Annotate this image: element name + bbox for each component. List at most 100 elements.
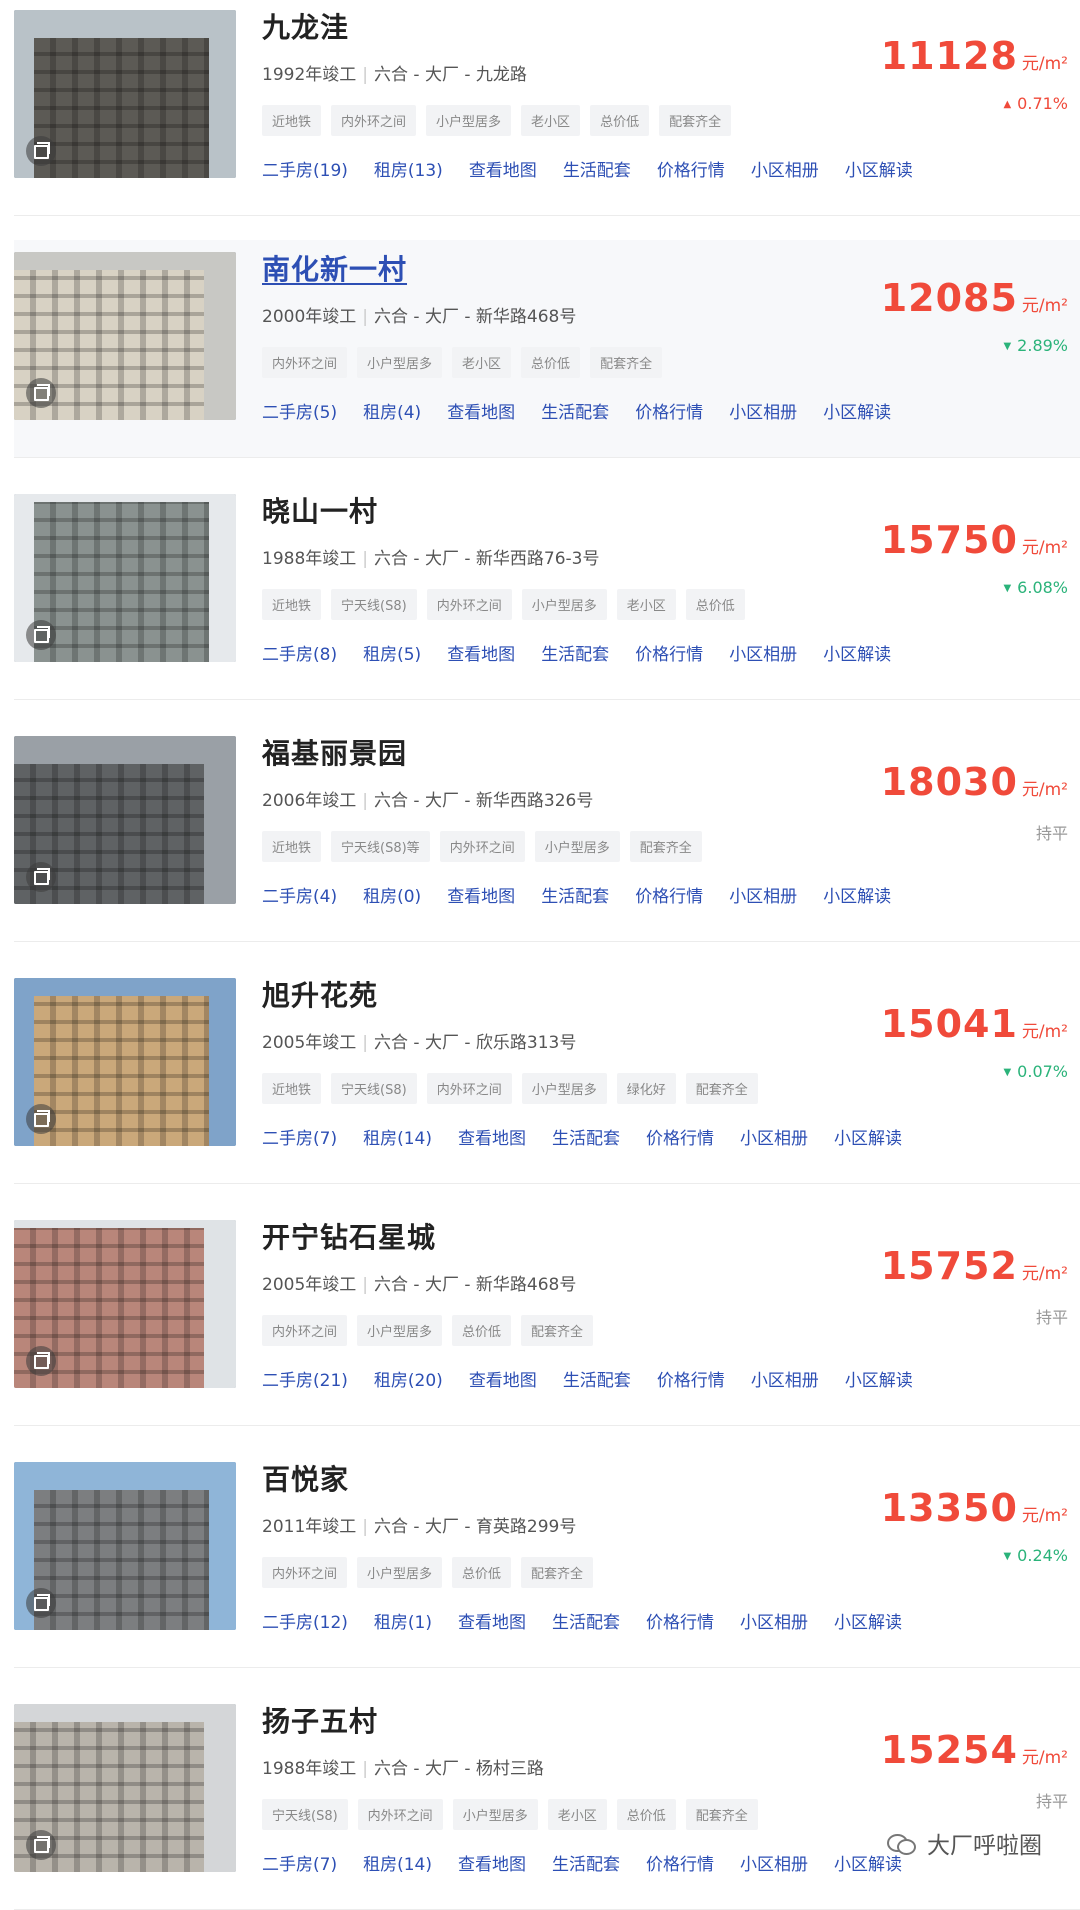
community-link[interactable]: 生活配套 — [541, 640, 609, 665]
feature-tag: 总价低 — [590, 105, 649, 136]
community-link[interactable]: 小区解读 — [845, 1366, 913, 1391]
community-link[interactable]: 小区解读 — [823, 398, 891, 423]
community-link[interactable]: 二手房(19) — [262, 156, 348, 181]
community-link[interactable]: 小区解读 — [834, 1608, 902, 1633]
community-photo[interactable] — [14, 736, 236, 904]
community-link[interactable]: 价格行情 — [646, 1850, 714, 1875]
community-photo[interactable] — [14, 1704, 236, 1872]
community-link[interactable]: 价格行情 — [646, 1124, 714, 1149]
community-link[interactable]: 租房(14) — [363, 1850, 432, 1875]
community-link[interactable]: 租房(20) — [374, 1366, 443, 1391]
community-link[interactable]: 查看地图 — [458, 1608, 526, 1633]
community-name[interactable]: 南化新一村 — [262, 248, 407, 288]
community-link[interactable]: 二手房(7) — [262, 1850, 337, 1875]
community-link[interactable]: 小区相册 — [729, 640, 797, 665]
community-name[interactable]: 百悦家 — [262, 1458, 349, 1498]
region: 六合 - 大厂 - 育英路299号 — [374, 1517, 576, 1537]
community-name[interactable]: 福基丽景园 — [262, 732, 407, 772]
community-link[interactable]: 租房(13) — [374, 156, 443, 181]
community-photo[interactable] — [14, 978, 236, 1146]
community-link[interactable]: 小区相册 — [729, 398, 797, 423]
community-info: 2005年竣工|六合 - 大厂 - 欣乐路313号 — [262, 1028, 576, 1053]
community-name[interactable]: 旭升花苑 — [262, 974, 378, 1014]
community-link[interactable]: 租房(0) — [363, 882, 421, 907]
watermark-text: 大厂呼啦圈 — [927, 1826, 1042, 1860]
community-link[interactable]: 查看地图 — [447, 640, 515, 665]
album-icon[interactable] — [26, 620, 56, 650]
album-icon[interactable] — [26, 1346, 56, 1376]
community-name[interactable]: 扬子五村 — [262, 1700, 378, 1740]
link-bar: 二手房(4) 租房(0) 查看地图 生活配套 价格行情 小区相册 小区解读 — [262, 882, 891, 907]
community-link[interactable]: 小区相册 — [740, 1608, 808, 1633]
community-link[interactable]: 查看地图 — [447, 398, 515, 423]
community-link[interactable]: 查看地图 — [469, 1366, 537, 1391]
community-link[interactable]: 生活配套 — [541, 882, 609, 907]
album-icon[interactable] — [26, 378, 56, 408]
community-link[interactable]: 价格行情 — [657, 156, 725, 181]
community-link[interactable]: 生活配套 — [552, 1124, 620, 1149]
community-name[interactable]: 开宁钻石星城 — [262, 1216, 436, 1256]
community-link[interactable]: 小区相册 — [740, 1850, 808, 1875]
community-link[interactable]: 小区相册 — [740, 1124, 808, 1149]
price-change-value: 0.07% — [1017, 1062, 1068, 1081]
build-year: 1988年竣工 — [262, 549, 356, 569]
community-link[interactable]: 租房(1) — [374, 1608, 432, 1633]
community-photo[interactable] — [14, 252, 236, 420]
community-link[interactable]: 小区相册 — [751, 1366, 819, 1391]
price: 11128元/m² — [881, 34, 1068, 78]
community-link[interactable]: 价格行情 — [646, 1608, 714, 1633]
community-link[interactable]: 生活配套 — [563, 1366, 631, 1391]
community-card[interactable]: 扬子五村 1988年竣工|六合 - 大厂 - 杨村三路 宁天线(S8)内外环之间… — [14, 1692, 1080, 1910]
album-icon[interactable] — [26, 1588, 56, 1618]
community-link[interactable]: 查看地图 — [458, 1850, 526, 1875]
community-link[interactable]: 二手房(4) — [262, 882, 337, 907]
community-link[interactable]: 小区解读 — [823, 882, 891, 907]
album-icon[interactable] — [26, 136, 56, 166]
community-link[interactable]: 租房(4) — [363, 398, 421, 423]
community-link[interactable]: 二手房(5) — [262, 398, 337, 423]
community-link[interactable]: 小区相册 — [729, 882, 797, 907]
community-link[interactable]: 价格行情 — [657, 1366, 725, 1391]
community-link[interactable]: 生活配套 — [552, 1850, 620, 1875]
album-icon[interactable] — [26, 1104, 56, 1134]
community-link[interactable]: 查看地图 — [469, 156, 537, 181]
community-link[interactable]: 小区解读 — [834, 1124, 902, 1149]
community-link[interactable]: 二手房(8) — [262, 640, 337, 665]
price-change-value: 持平 — [1036, 1792, 1068, 1811]
community-name[interactable]: 晓山一村 — [262, 490, 378, 530]
community-link[interactable]: 生活配套 — [552, 1608, 620, 1633]
community-link[interactable]: 租房(14) — [363, 1124, 432, 1149]
community-card[interactable]: 九龙洼 1992年竣工|六合 - 大厂 - 九龙路 近地铁内外环之间小户型居多老… — [14, 0, 1080, 216]
community-link[interactable]: 价格行情 — [635, 882, 703, 907]
community-link[interactable]: 小区解读 — [823, 640, 891, 665]
community-photo[interactable] — [14, 494, 236, 662]
price: 13350元/m² — [881, 1486, 1068, 1530]
community-photo[interactable] — [14, 1462, 236, 1630]
album-icon[interactable] — [26, 1830, 56, 1860]
community-name[interactable]: 九龙洼 — [262, 6, 349, 46]
community-link[interactable]: 生活配套 — [541, 398, 609, 423]
community-link[interactable]: 小区解读 — [845, 156, 913, 181]
price-change-value: 6.08% — [1017, 578, 1068, 597]
community-card[interactable]: 旭升花苑 2005年竣工|六合 - 大厂 - 欣乐路313号 近地铁宁天线(S8… — [14, 966, 1080, 1184]
community-link[interactable]: 价格行情 — [635, 640, 703, 665]
community-card[interactable]: 福基丽景园 2006年竣工|六合 - 大厂 - 新华西路326号 近地铁宁天线(… — [14, 724, 1080, 942]
community-link[interactable]: 二手房(21) — [262, 1366, 348, 1391]
community-card[interactable]: 晓山一村 1988年竣工|六合 - 大厂 - 新华西路76-3号 近地铁宁天线(… — [14, 482, 1080, 700]
community-link[interactable]: 查看地图 — [458, 1124, 526, 1149]
community-photo[interactable] — [14, 10, 236, 178]
album-icon[interactable] — [26, 862, 56, 892]
community-link[interactable]: 租房(5) — [363, 640, 421, 665]
community-link[interactable]: 小区相册 — [751, 156, 819, 181]
community-link[interactable]: 价格行情 — [635, 398, 703, 423]
divider: | — [362, 1275, 368, 1295]
community-card[interactable]: 南化新一村 2000年竣工|六合 - 大厂 - 新华路468号 内外环之间小户型… — [14, 240, 1080, 458]
community-card[interactable]: 开宁钻石星城 2005年竣工|六合 - 大厂 - 新华路468号 内外环之间小户… — [14, 1208, 1080, 1426]
community-link[interactable]: 查看地图 — [447, 882, 515, 907]
community-card[interactable]: 百悦家 2011年竣工|六合 - 大厂 - 育英路299号 内外环之间小户型居多… — [14, 1450, 1080, 1668]
community-link[interactable]: 生活配套 — [563, 156, 631, 181]
community-link[interactable]: 二手房(7) — [262, 1124, 337, 1149]
community-photo[interactable] — [14, 1220, 236, 1388]
community-link[interactable]: 二手房(12) — [262, 1608, 348, 1633]
divider: | — [362, 1033, 368, 1053]
